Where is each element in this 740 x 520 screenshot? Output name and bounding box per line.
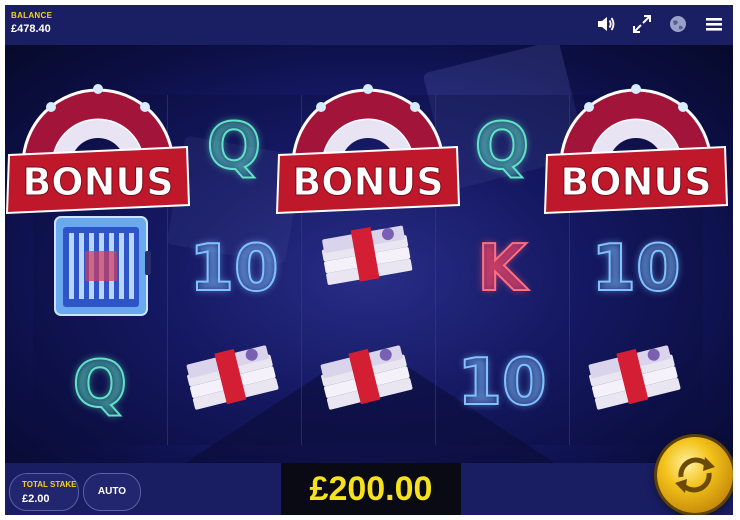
game-frame: BALANCE £478.40 Q Q 10 Q K 10 10 BONUS B… [5,5,733,515]
auto-label: AUTO [97,486,127,497]
globe-icon[interactable] [667,13,689,35]
cash-stack-icon [321,225,413,285]
bonus-symbol-3: BONUS [543,84,729,215]
symbol-q-letter: Q [206,109,262,185]
symbol-q: Q [33,329,167,441]
symbol-10-text: 10 [188,231,279,307]
bonus-label: BONUS [560,160,711,204]
win-amount: £200.00 [281,463,461,515]
balance-label: BALANCE [11,11,53,20]
menu-icon[interactable] [703,13,725,35]
spin-button[interactable] [657,437,733,513]
cash-stack-icon [588,345,681,410]
bonus-label: BONUS [22,160,173,204]
auto-button[interactable]: AUTO [83,473,141,511]
symbol-q-letter: Q [474,109,530,185]
cash-stack-symbol [301,331,435,443]
symbol-10-text: 10 [590,231,681,307]
cash-vault-icon [54,216,151,316]
cash-stack-symbol [167,331,301,443]
symbol-10: 10 [569,213,703,325]
symbol-10-text: 10 [456,345,547,421]
total-stake-value: £2.00 [22,493,50,505]
cash-stack-symbol [569,331,703,443]
symbol-k-letter: K [476,231,528,307]
fullscreen-icon[interactable] [631,13,653,35]
symbol-10: 10 [167,213,301,325]
balance-value: £478.40 [11,23,51,35]
bonus-symbol-1: BONUS [5,84,191,215]
symbol-10: 10 [435,327,569,439]
speaker-icon[interactable] [595,13,617,35]
total-stake-button[interactable]: TOTAL STAKE £2.00 [9,473,79,511]
cash-stack-symbol [301,209,435,321]
bonus-symbol-2: BONUS [275,84,461,215]
symbol-k: K [435,213,569,325]
symbol-q-letter: Q [72,347,128,423]
cash-stack-icon [320,345,413,410]
top-bar: BALANCE £478.40 [5,5,733,45]
spin-arrows-icon [675,457,715,493]
game-stage: Q Q 10 Q K 10 10 BONUS BONUS BONUS [5,45,733,463]
cash-stack-icon [186,345,279,410]
bonus-label: BONUS [292,160,443,204]
cash-vault-symbol [33,209,167,321]
total-stake-label: TOTAL STAKE [22,480,77,489]
